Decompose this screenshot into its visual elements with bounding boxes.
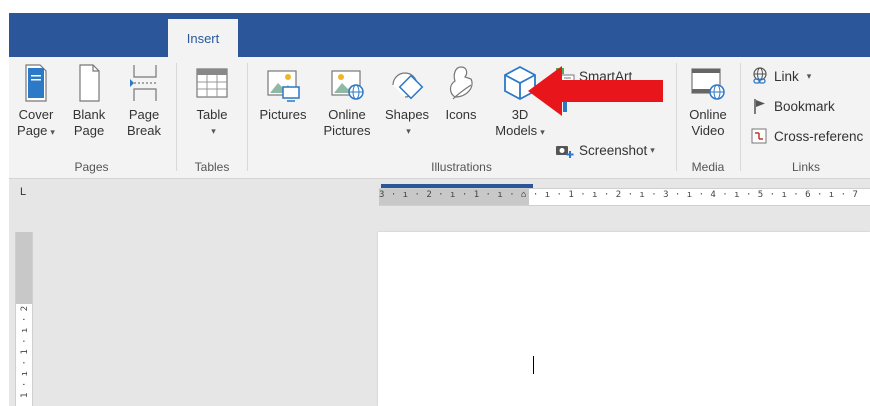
icons-button[interactable]: Icons bbox=[439, 63, 483, 123]
tables-group: Table ▾ Tables bbox=[179, 57, 245, 178]
icons-icon bbox=[449, 66, 473, 100]
shapes-button[interactable]: Shapes ▾ bbox=[381, 63, 433, 139]
page-break-label-1: Page bbox=[128, 107, 160, 122]
pictures-button[interactable]: Pictures bbox=[255, 63, 311, 123]
blank-page-label-2: Page bbox=[73, 123, 105, 138]
table-icon bbox=[196, 68, 228, 98]
media-group-label: Media bbox=[691, 160, 725, 174]
table-button[interactable]: Table ▾ bbox=[189, 63, 235, 139]
online-pictures-label-1: Online bbox=[328, 107, 366, 122]
document-page[interactable] bbox=[378, 232, 870, 406]
pages-group-label: Pages bbox=[74, 160, 109, 174]
page-break-label-2: Break bbox=[127, 123, 161, 138]
cross-reference-icon bbox=[751, 128, 767, 144]
tab-insert[interactable]: Insert bbox=[168, 19, 238, 57]
cross-reference-button[interactable]: Cross-referenc bbox=[750, 127, 863, 145]
icons-label: Icons bbox=[445, 107, 477, 122]
tables-group-label: Tables bbox=[194, 160, 230, 174]
separator bbox=[676, 63, 677, 171]
shapes-dropdown-icon: ▾ bbox=[406, 126, 411, 136]
links-group-label: Links bbox=[791, 160, 820, 174]
tab-stop-selector[interactable]: L bbox=[17, 186, 29, 198]
link-button[interactable]: Link ▾ bbox=[750, 67, 811, 85]
illustrations-group-label: Illustrations bbox=[431, 160, 492, 174]
online-video-button[interactable]: Online Video bbox=[684, 63, 732, 139]
link-icon bbox=[753, 67, 767, 84]
page-break-button[interactable]: Page Break bbox=[121, 63, 167, 139]
screenshot-label: Screenshot bbox=[579, 142, 648, 158]
vertical-ruler[interactable]: 1 · ı · 1 · ı · 2 bbox=[15, 232, 33, 406]
blank-page-label-1: Blank bbox=[72, 107, 106, 122]
word-window: Insert Cover Page ▾ Blank Page Page Brea… bbox=[9, 13, 870, 406]
online-video-label-1: Online bbox=[689, 107, 727, 122]
blank-page-icon bbox=[79, 64, 100, 102]
screenshot-button[interactable]: Screenshot ▾ bbox=[555, 141, 655, 159]
cross-reference-label: Cross-referenc bbox=[774, 128, 864, 144]
online-pictures-icon bbox=[331, 70, 364, 100]
ribbon: Cover Page ▾ Blank Page Page Break Pages… bbox=[9, 57, 870, 179]
red-arrow-annotation bbox=[528, 66, 663, 116]
text-cursor bbox=[533, 356, 534, 374]
online-video-label-2: Video bbox=[691, 123, 725, 138]
bookmark-label: Bookmark bbox=[774, 98, 835, 114]
table-label: Table bbox=[196, 107, 228, 122]
separator bbox=[740, 63, 741, 171]
screenshot-icon bbox=[556, 146, 574, 158]
ruler-highlight bbox=[381, 184, 533, 188]
tab-bar: Insert bbox=[9, 13, 870, 57]
link-dropdown-icon: ▾ bbox=[806, 70, 812, 81]
cover-page-button[interactable]: Cover Page ▾ bbox=[13, 63, 59, 140]
shapes-icon bbox=[392, 72, 424, 100]
horizontal-ruler[interactable]: 3 · ı · 2 · ı · 1 · ı · ⌂ · ı · 1 · ı · … bbox=[379, 184, 870, 206]
page-break-icon bbox=[130, 65, 157, 101]
vertical-ruler-marks: 1 · ı · 1 · ı · 2 bbox=[20, 305, 30, 398]
media-group: Online Video Media bbox=[678, 57, 738, 178]
horizontal-ruler-marks: 3 · ı · 2 · ı · 1 · ı · ⌂ · ı · 1 · ı · … bbox=[379, 190, 859, 200]
online-video-icon bbox=[691, 68, 725, 100]
table-dropdown-icon: ▾ bbox=[211, 126, 216, 136]
cover-page-icon bbox=[25, 64, 47, 102]
separator bbox=[176, 63, 177, 171]
separator bbox=[247, 63, 248, 171]
bookmark-button[interactable]: Bookmark bbox=[750, 97, 835, 115]
pages-group: Cover Page ▾ Blank Page Page Break Pages bbox=[9, 57, 174, 178]
shapes-label: Shapes bbox=[384, 107, 430, 122]
cover-page-label-2: Page ▾ bbox=[17, 123, 55, 138]
online-pictures-button[interactable]: Online Pictures bbox=[319, 63, 375, 139]
pictures-label: Pictures bbox=[259, 107, 307, 122]
3d-models-label-2: Models ▾ bbox=[495, 123, 545, 138]
bookmark-icon bbox=[754, 99, 765, 114]
online-pictures-label-2: Pictures bbox=[323, 123, 371, 138]
links-group: Link ▾ Bookmark Cross-referenc Links bbox=[742, 57, 870, 178]
cover-page-label-1: Cover bbox=[18, 107, 54, 122]
link-label: Link bbox=[774, 68, 799, 84]
screenshot-dropdown-icon: ▾ bbox=[650, 144, 655, 155]
pictures-icon bbox=[267, 70, 300, 102]
blank-page-button[interactable]: Blank Page bbox=[67, 63, 111, 139]
